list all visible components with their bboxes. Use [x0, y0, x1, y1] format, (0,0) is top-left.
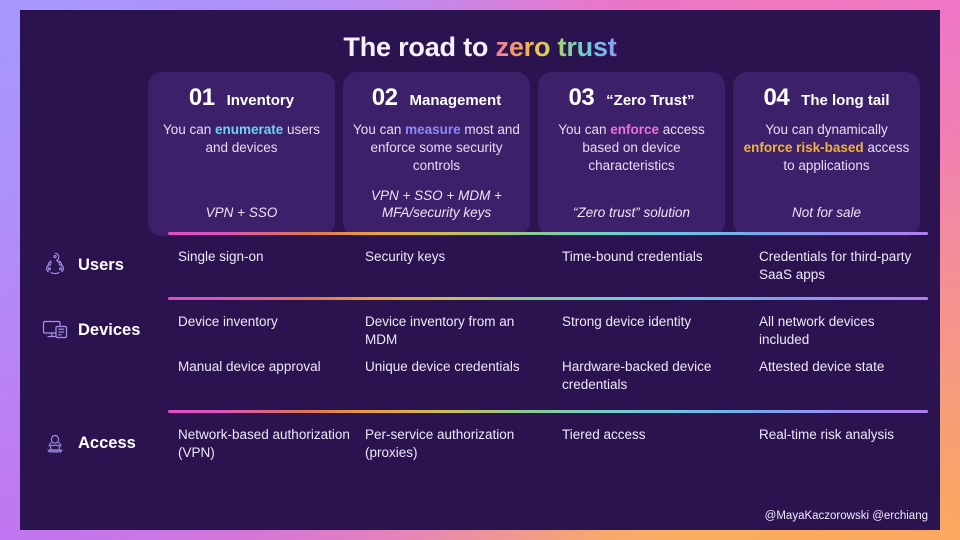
matrix-cell: Time-bound credentials	[562, 249, 703, 264]
matrix-row-devices: Devices Device inventory Device inventor…	[40, 297, 928, 410]
desc-pre: You can	[353, 122, 406, 137]
card-description: You can enforce access based on device c…	[548, 121, 715, 175]
maturity-card-04: 04 The long tail You can dynamically enf…	[733, 72, 920, 236]
row-body-access: Network-based authorization (VPN) Per-se…	[168, 410, 928, 477]
maturity-card-02: 02 Management You can measure most and e…	[343, 72, 530, 236]
matrix-cell: Network-based authorization (VPN)	[178, 427, 350, 460]
card-footer: VPN + SSO	[205, 205, 278, 221]
matrix-cell: Manual device approval	[178, 359, 321, 374]
card-header: 03 “Zero Trust”	[548, 84, 715, 112]
matrix-cell: All network devices included	[759, 314, 875, 347]
row-cells: Manual device approval Unique device cre…	[168, 354, 928, 410]
row-cells: Network-based authorization (VPN) Per-se…	[168, 413, 928, 477]
card-description: You can dynamically enforce risk-based a…	[743, 121, 910, 175]
matrix-row-users: Users Single sign-on Security keys Time-…	[40, 232, 928, 297]
card-number: 04	[763, 84, 790, 111]
card-number: 03	[568, 84, 595, 111]
page-title: The road to zero trust	[20, 32, 940, 63]
row-label-text: Devices	[78, 320, 141, 339]
card-title: Management	[409, 92, 502, 109]
card-number: 01	[188, 84, 215, 111]
card-footer: Not for sale	[791, 205, 862, 221]
page-title-gradient: zero trust	[495, 32, 617, 62]
page-title-plain: The road to	[343, 32, 496, 62]
row-body-devices: Device inventory Device inventory from a…	[168, 297, 928, 410]
card-footer: VPN + SSO + MDM + MFA/security keys	[371, 187, 502, 221]
card-title: The long tail	[801, 92, 890, 109]
matrix-cell: Credentials for third-party SaaS apps	[759, 249, 912, 282]
desc-pre: You can	[558, 122, 611, 137]
matrix-cell: Unique device credentials	[365, 359, 520, 374]
card-title: “Zero Trust”	[606, 92, 695, 109]
row-label-users: Users	[40, 232, 168, 280]
maturity-matrix: Users Single sign-on Security keys Time-…	[40, 232, 928, 477]
card-header: 02 Management	[353, 84, 520, 112]
person-laptop-icon	[40, 428, 70, 458]
card-header: 01 Inventory	[158, 84, 325, 112]
desc-highlight: enumerate	[215, 122, 284, 137]
matrix-cell: Per-service authorization (proxies)	[365, 427, 515, 460]
desc-pre: You can	[162, 122, 215, 137]
maturity-cards: 01 Inventory You can enumerate users and…	[148, 72, 920, 236]
desc-highlight: measure	[405, 122, 461, 137]
row-label-text: Access	[78, 433, 136, 452]
row-body-users: Single sign-on Security keys Time-bound …	[168, 232, 928, 297]
card-number: 02	[371, 84, 398, 111]
devices-monitor-icon	[40, 315, 70, 345]
row-label-text: Users	[78, 255, 124, 274]
credits-handles: @MayaKaczorowski @erchiang	[764, 510, 928, 522]
matrix-cell: Single sign-on	[178, 249, 264, 264]
card-footer: “Zero trust” solution	[572, 205, 691, 221]
matrix-cell: Device inventory	[178, 314, 278, 329]
slide-canvas: The road to zero trust 01 Inventory You …	[20, 10, 940, 530]
matrix-cell: Hardware-backed device credentials	[562, 359, 712, 392]
matrix-row-access: Access Network-based authorization (VPN)…	[40, 410, 928, 477]
row-label-devices: Devices	[40, 297, 168, 345]
maturity-card-01: 01 Inventory You can enumerate users and…	[148, 72, 335, 236]
card-header: 04 The long tail	[743, 84, 910, 112]
row-label-access: Access	[40, 410, 168, 458]
matrix-cell: Strong device identity	[562, 314, 692, 329]
matrix-cell: Tiered access	[562, 427, 646, 442]
row-cells: Device inventory Device inventory from a…	[168, 300, 928, 354]
card-title: Inventory	[226, 92, 295, 109]
desc-pre: You can dynamically	[765, 122, 888, 137]
matrix-cell: Device inventory from an MDM	[365, 314, 515, 347]
card-description: You can measure most and enforce some se…	[353, 121, 520, 175]
matrix-cell: Attested device state	[759, 359, 885, 374]
card-description: You can enumerate users and devices	[158, 121, 325, 157]
desc-highlight: enforce risk-based	[743, 139, 864, 155]
matrix-cell: Security keys	[365, 249, 446, 264]
matrix-cell: Real-time risk analysis	[759, 427, 895, 442]
row-cells: Single sign-on Security keys Time-bound …	[168, 235, 928, 297]
maturity-card-03: 03 “Zero Trust” You can enforce access b…	[538, 72, 725, 236]
users-network-icon	[40, 250, 70, 280]
desc-highlight: enforce	[610, 122, 660, 137]
